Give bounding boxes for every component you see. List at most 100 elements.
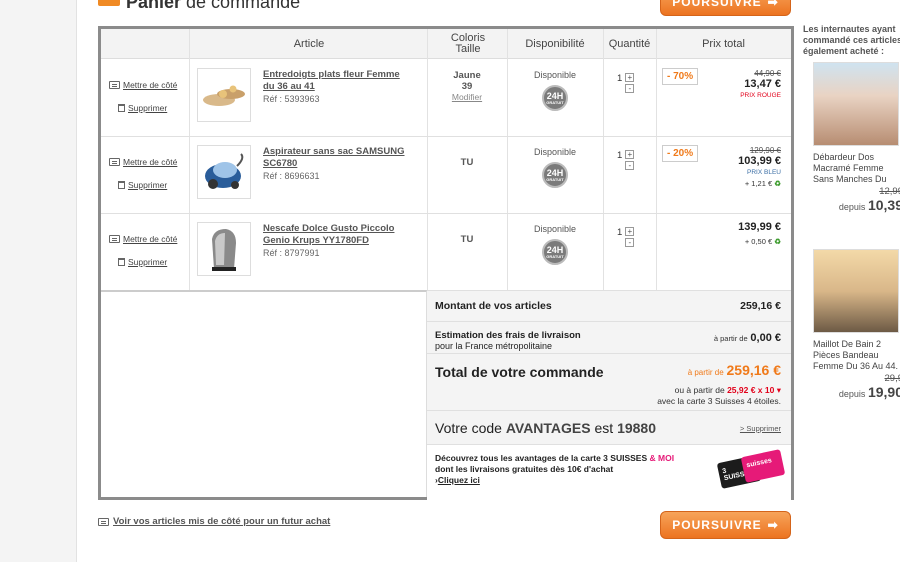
discount-badge: - 70% [662, 68, 699, 85]
product-link[interactable]: Entredoigts plats fleur Femme du 36 au 4… [263, 69, 400, 92]
promo-moi: & MOI [649, 453, 675, 463]
qty-plus-button[interactable]: + [625, 73, 635, 82]
continue-button-top[interactable]: POURSUIVRE ➡ [660, 0, 791, 16]
order-total-label: Total de votre commande [435, 364, 604, 380]
card-promo: Découvrez tous les avantages de la carte… [427, 445, 791, 500]
remove-code-link[interactable]: > Supprimer [740, 424, 781, 433]
set-aside-icon [109, 158, 120, 166]
shipping-sub: pour la France métropolitaine [435, 341, 553, 351]
availability-text: Disponible [533, 224, 577, 234]
table-row: Mettre de côté Supprimer Aspirateur sans… [101, 137, 791, 214]
header-article: Article [293, 37, 325, 50]
availability-text: Disponible [533, 147, 577, 157]
code-mid: est [594, 420, 614, 436]
promo-link[interactable]: Cliquez ici [438, 475, 480, 485]
header-coloris: Coloris Taille [450, 32, 486, 55]
trash-icon [118, 258, 125, 266]
shipping-row: Estimation des frais de livraison pour la… [427, 322, 791, 354]
product-size: 39 [461, 81, 473, 92]
product-ref: Réf : 5393963 [263, 94, 320, 104]
eco-participation: + 1,21 € [744, 179, 773, 188]
chevron-down-icon[interactable]: ▾ [777, 385, 781, 395]
arrow-right-icon: ➡ [767, 518, 779, 532]
set-aside-link[interactable]: Mettre de côté [109, 157, 189, 167]
table-header: Article Coloris Taille Disponibilité Quan… [101, 29, 791, 59]
set-aside-link[interactable]: Mettre de côté [109, 80, 189, 90]
shipping-value: 0,00 € [750, 332, 781, 344]
articles-total-label: Montant de vos articles [435, 300, 552, 312]
delivery-24h-badge: 24H GRATUIT [542, 162, 568, 188]
loyalty-card-image: 3 SUISSES suisses [716, 449, 786, 489]
product-link[interactable]: Aspirateur sans sac SAMSUNG SC6780 [263, 146, 405, 169]
quantity-value: 1 [617, 227, 623, 238]
promo-code-value: 19880 [617, 420, 657, 436]
product-image-sandals[interactable] [197, 68, 251, 122]
order-total-value: 259,16 € [726, 362, 782, 378]
articles-total-row: Montant de vos articles 259,16 € [427, 291, 791, 322]
product-image-coffee-machine[interactable] [197, 222, 251, 276]
promo-line1: Découvrez tous les avantages de la carte… [435, 453, 648, 463]
set-aside-icon [109, 235, 120, 243]
installment-card: avec la carte 3 Suisses 4 étoiles. [657, 396, 781, 406]
delivery-24h-badge: 24H GRATUIT [542, 85, 568, 111]
qty-minus-button[interactable]: - [625, 84, 635, 93]
modify-link[interactable]: Modifier [429, 92, 505, 103]
left-gutter [0, 0, 77, 562]
availability-text: Disponible [533, 70, 577, 80]
total-from: à partir de [687, 368, 724, 377]
price: 139,99 € [738, 221, 781, 233]
product-size: TU [460, 157, 474, 168]
price-tag: PRIX ROUGE [740, 92, 781, 99]
page-title: Panier de commande [98, 0, 300, 13]
product-image-vacuum[interactable] [197, 145, 251, 199]
delete-link[interactable]: Supprimer [109, 180, 189, 190]
installment-prefix: ou à partir de [674, 385, 725, 395]
qty-plus-button[interactable]: + [625, 150, 635, 159]
delete-link[interactable]: Supprimer [109, 103, 189, 113]
header-price: Prix total [702, 37, 745, 50]
table-row: Mettre de côté Supprimer Entredoigts pla… [101, 60, 791, 137]
arrow-right-icon: ➡ [767, 0, 779, 9]
recommendation-image[interactable] [813, 249, 899, 333]
continue-button-bottom[interactable]: POURSUIVRE ➡ [660, 511, 791, 539]
discount-badge: - 20% [662, 145, 699, 162]
qty-plus-button[interactable]: + [625, 227, 635, 236]
promo-code-row: Votre code AVANTAGES est 19880 > Supprim… [427, 411, 791, 445]
order-total-row: Total de votre commande à partir de 259,… [427, 354, 791, 411]
product-ref: Réf : 8797991 [263, 248, 320, 258]
installment-value: 25,92 € x 10 [727, 385, 775, 395]
delete-link[interactable]: Supprimer [109, 257, 189, 267]
basket-icon [98, 0, 120, 6]
product-size: TU [460, 234, 474, 245]
trash-icon [118, 104, 125, 112]
recommendation-image[interactable] [813, 62, 899, 146]
header-dispo: Disponibilité [525, 37, 585, 50]
cart-table: Article Coloris Taille Disponibilité Quan… [98, 26, 794, 500]
product-link[interactable]: Nescafe Dolce Gusto Piccolo Genio Krups … [263, 223, 394, 246]
recommendation-old-price: 29,9 [884, 373, 900, 384]
qty-minus-button[interactable]: - [625, 161, 635, 170]
header-qty: Quantité [608, 37, 651, 50]
price: 103,99 € [738, 155, 781, 167]
code-prefix: Votre code [435, 420, 502, 436]
code-word: AVANTAGES [505, 420, 591, 436]
promo-line2: dont les livraisons gratuites dès 10€ d'… [435, 464, 614, 474]
recommendations-panel: Les internautes ayant commandé ces articl… [803, 24, 900, 400]
recommendation-item[interactable]: Débardeur Dos Macramé Femme Sans Manches… [813, 62, 900, 213]
price: 13,47 € [744, 78, 781, 90]
quantity-value: 1 [617, 150, 623, 161]
recommendation-old-price: 12,99 [879, 186, 900, 197]
saved-items-link[interactable]: Voir vos articles mis de côté pour un fu… [98, 516, 330, 527]
set-aside-link[interactable]: Mettre de côté [109, 234, 189, 244]
product-color: Jaune [453, 70, 481, 81]
recycle-icon: ♻ [774, 237, 781, 246]
trash-icon [118, 181, 125, 189]
articles-total-value: 259,16 € [740, 300, 781, 312]
recommendation-price: 10,39 [867, 197, 900, 213]
recommendation-item[interactable]: Maillot De Bain 2 Pièces Bandeau Femme D… [813, 249, 900, 400]
shipping-from: à partir de [713, 334, 748, 343]
qty-minus-button[interactable]: - [625, 238, 635, 247]
eco-participation: + 0,50 € [744, 237, 773, 246]
delivery-24h-badge: 24H GRATUIT [542, 239, 568, 265]
quantity-value: 1 [617, 73, 623, 84]
